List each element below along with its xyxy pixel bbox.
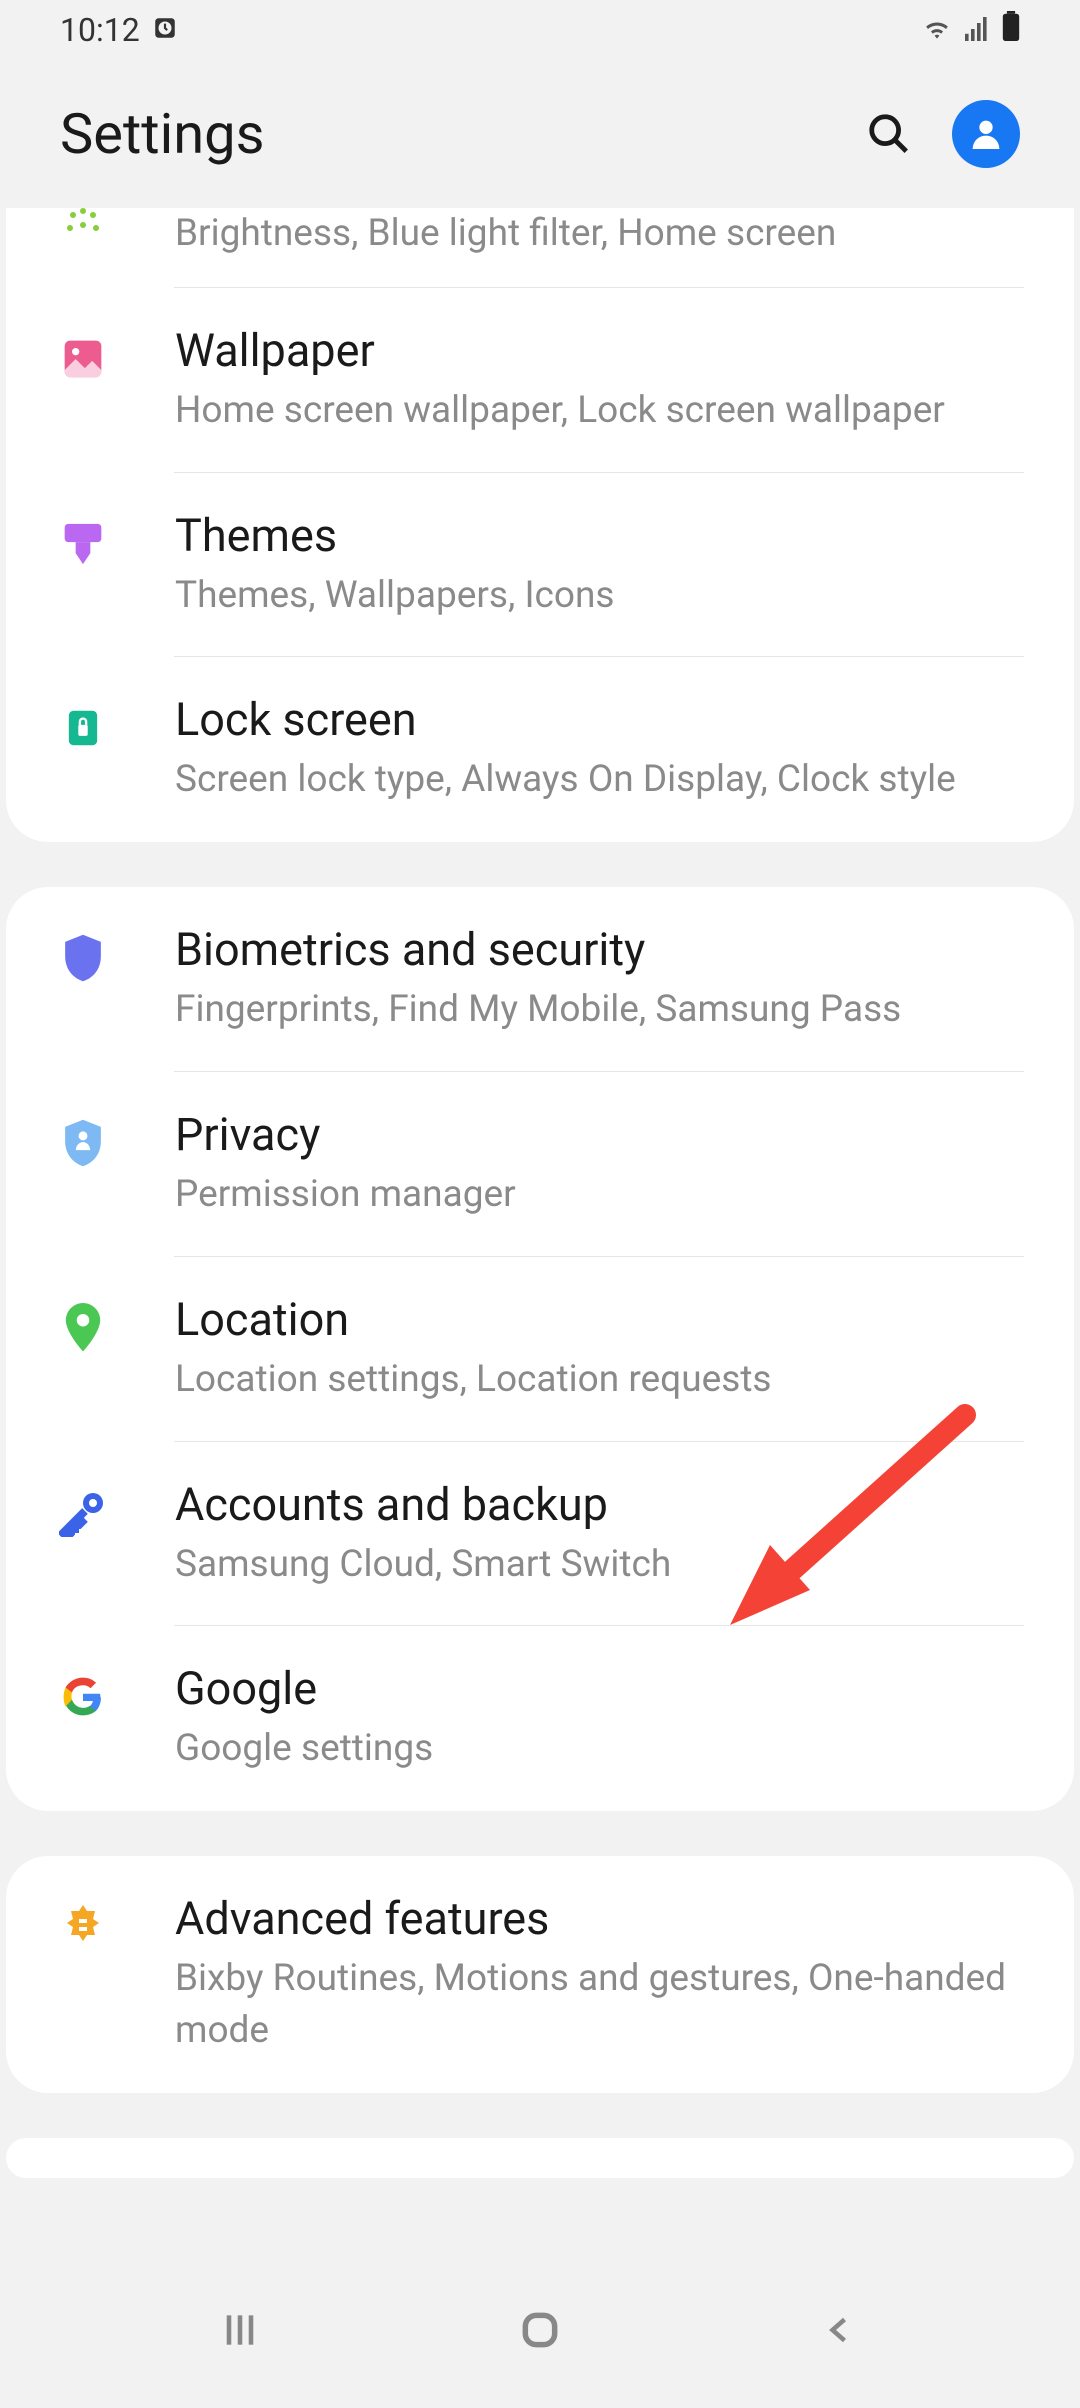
- item-subtitle: Themes, Wallpapers, Icons: [175, 570, 1024, 622]
- item-title: Google: [175, 1662, 1024, 1715]
- status-bar: 10:12: [0, 0, 1080, 60]
- status-time: 10:12: [60, 11, 140, 49]
- settings-item-advanced[interactable]: Advanced features Bixby Routines, Motion…: [6, 1856, 1074, 2093]
- item-subtitle: Bixby Routines, Motions and gestures, On…: [175, 1953, 1024, 2057]
- battery-icon: [1002, 11, 1020, 49]
- page-title: Settings: [60, 101, 264, 167]
- item-subtitle: Permission manager: [175, 1169, 1024, 1221]
- navigation-bar: [0, 2260, 1080, 2400]
- nav-back-button[interactable]: [810, 2300, 870, 2360]
- item-title: Accounts and backup: [175, 1478, 1024, 1531]
- settings-group: Brightness, Blue light filter, Home scre…: [6, 208, 1074, 842]
- item-title: Advanced features: [175, 1892, 1024, 1945]
- signal-icon: [964, 11, 990, 49]
- profile-button[interactable]: [952, 100, 1020, 168]
- item-subtitle: Google settings: [175, 1723, 1024, 1775]
- settings-group: Advanced features Bixby Routines, Motion…: [6, 1856, 1074, 2093]
- item-subtitle: Fingerprints, Find My Mobile, Samsung Pa…: [175, 984, 1024, 1036]
- wallpaper-icon: [58, 334, 108, 384]
- location-icon: [58, 1303, 108, 1353]
- item-title: Wallpaper: [175, 324, 1024, 377]
- settings-item-location[interactable]: Location Location settings, Location req…: [6, 1257, 1074, 1442]
- settings-item-lockscreen[interactable]: Lock screen Screen lock type, Always On …: [6, 657, 1074, 842]
- settings-item-biometrics[interactable]: Biometrics and security Fingerprints, Fi…: [6, 887, 1074, 1072]
- item-subtitle: Brightness, Blue light filter, Home scre…: [175, 208, 1024, 260]
- item-subtitle: Home screen wallpaper, Lock screen wallp…: [175, 385, 1024, 437]
- settings-item-privacy[interactable]: Privacy Permission manager: [6, 1072, 1074, 1257]
- item-title: Location: [175, 1293, 1024, 1346]
- settings-item-wallpaper[interactable]: Wallpaper Home screen wallpaper, Lock sc…: [6, 288, 1074, 473]
- nav-home-button[interactable]: [510, 2300, 570, 2360]
- item-subtitle: Screen lock type, Always On Display, Clo…: [175, 754, 1024, 806]
- clock-icon: [152, 11, 178, 49]
- item-title: Themes: [175, 509, 1024, 562]
- settings-item-google[interactable]: Google Google settings: [6, 1626, 1074, 1811]
- item-title: Lock screen: [175, 693, 1024, 746]
- key-icon: [58, 1488, 108, 1538]
- nav-recents-button[interactable]: [210, 2300, 270, 2360]
- app-header: Settings: [0, 60, 1080, 208]
- lockscreen-icon: [58, 703, 108, 753]
- item-subtitle: Location settings, Location requests: [175, 1354, 1024, 1406]
- wifi-icon: [922, 11, 952, 49]
- settings-list: Brightness, Blue light filter, Home scre…: [0, 208, 1080, 2178]
- item-title: Biometrics and security: [175, 923, 1024, 976]
- advanced-icon: [58, 1902, 108, 1952]
- item-subtitle: Samsung Cloud, Smart Switch: [175, 1539, 1024, 1591]
- item-title: Privacy: [175, 1108, 1024, 1161]
- google-icon: [58, 1672, 108, 1722]
- settings-item-themes[interactable]: Themes Themes, Wallpapers, Icons: [6, 473, 1074, 658]
- settings-group: [6, 2138, 1074, 2178]
- privacy-icon: [58, 1118, 108, 1168]
- settings-group: Biometrics and security Fingerprints, Fi…: [6, 887, 1074, 1811]
- display-icon: [58, 208, 108, 243]
- settings-item-display[interactable]: Brightness, Blue light filter, Home scre…: [6, 208, 1074, 288]
- shield-icon: [58, 933, 108, 983]
- settings-item-accounts[interactable]: Accounts and backup Samsung Cloud, Smart…: [6, 1442, 1074, 1627]
- themes-icon: [58, 519, 108, 569]
- search-button[interactable]: [866, 111, 912, 157]
